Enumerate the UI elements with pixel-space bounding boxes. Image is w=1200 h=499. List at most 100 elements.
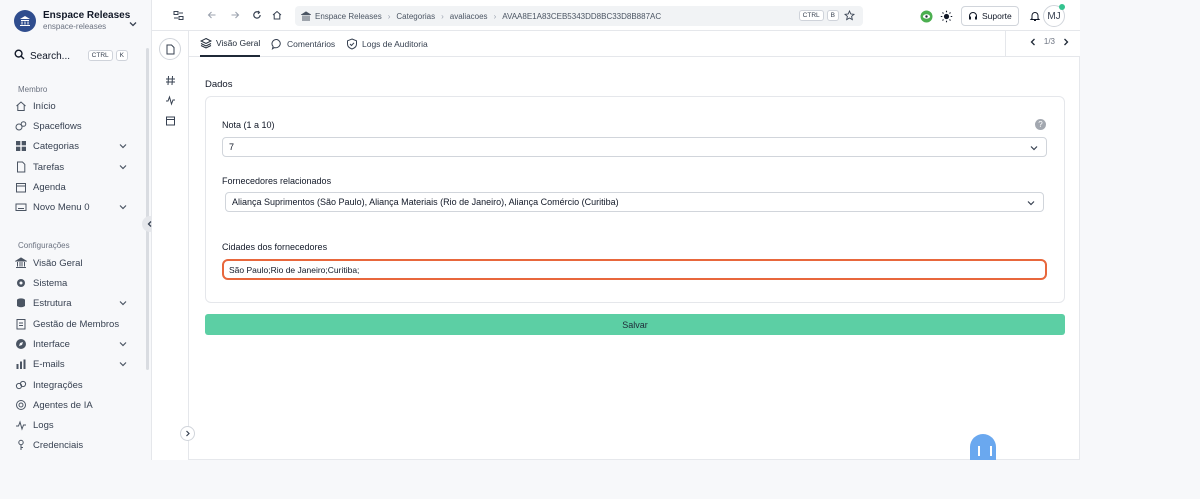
headset-icon: [969, 12, 977, 20]
tab-label: Logs de Auditoria: [362, 39, 428, 49]
sidebar-item-logs[interactable]: Logs: [14, 417, 130, 433]
status-eye-icon[interactable]: [920, 10, 933, 23]
cities-input[interactable]: São Paulo;Rio de Janeiro;Curitiba;: [222, 259, 1047, 280]
sidebar-item-label: Gestão de Membros: [33, 318, 120, 330]
sidebar-item-estrutura[interactable]: Estrutura: [14, 295, 130, 311]
sidebar-item-integracoes[interactable]: Integrações: [14, 377, 130, 393]
database-icon: [14, 296, 28, 310]
support-button[interactable]: Suporte: [961, 6, 1019, 26]
home-icon[interactable]: [271, 9, 283, 21]
document-rail-button[interactable]: [159, 38, 181, 60]
help-icon[interactable]: ?: [1035, 119, 1046, 130]
sidebar-item-inicio[interactable]: Início: [14, 98, 130, 114]
sidebar-item-label: Spaceflows: [33, 120, 82, 132]
reload-icon[interactable]: [251, 9, 263, 21]
hash-icon[interactable]: [162, 72, 178, 88]
sidebar-item-label: E-mails: [33, 358, 65, 370]
comment-icon: [271, 38, 283, 50]
sidebar-item-novo-menu[interactable]: Novo Menu 0: [14, 199, 130, 215]
calendar-edit-icon[interactable]: [162, 112, 178, 128]
workspace-switcher[interactable]: Enspace Releases enspace-releases: [8, 6, 144, 36]
sidebar-scrollbar[interactable]: [146, 48, 149, 370]
breadcrumb-item[interactable]: Categorias: [396, 12, 435, 21]
keyboard-icon: [14, 200, 28, 214]
link-icon: [14, 378, 28, 392]
rating-label: Nota (1 a 10): [222, 120, 275, 130]
search-button[interactable]: Search... CTRL K: [14, 48, 142, 64]
shield-icon: [346, 38, 358, 50]
sidebar-item-emails[interactable]: E-mails: [14, 356, 130, 372]
sidebar-item-spaceflows[interactable]: Spaceflows: [14, 118, 130, 134]
sidebar-item-credenciais[interactable]: Credenciais: [14, 437, 130, 453]
section-label-member: Membro: [18, 85, 48, 94]
breadcrumb-separator-icon: ›: [441, 11, 444, 21]
chevron-down-icon: [118, 202, 128, 215]
save-button[interactable]: Salvar: [205, 314, 1065, 335]
sidebar-item-categorias[interactable]: Categorias: [14, 138, 130, 154]
back-arrow-icon[interactable]: [206, 9, 218, 21]
sidebar-item-visao-geral[interactable]: Visão Geral: [14, 255, 130, 271]
pulse-icon: [14, 418, 28, 432]
suppliers-label: Fornecedores relacionados: [222, 176, 332, 186]
forward-arrow-icon[interactable]: [229, 9, 241, 21]
sidebar-item-interface[interactable]: Interface: [14, 336, 130, 352]
layout-toggle-icon[interactable]: [172, 9, 184, 21]
sidebar-item-label: Agentes de IA: [33, 399, 93, 411]
chevron-down-icon: [118, 162, 128, 175]
tab-bar: Visão Geral Comentários Logs de Auditori…: [189, 31, 1080, 57]
activity-icon[interactable]: [162, 92, 178, 108]
sidebar-item-sistema[interactable]: Sistema: [14, 275, 130, 291]
chat-widget-button[interactable]: [970, 434, 996, 460]
rating-value: 7: [229, 142, 235, 152]
pager-text: 1/3: [1043, 37, 1055, 46]
shortcut-key: K: [115, 50, 128, 61]
section-title: Dados: [205, 79, 233, 90]
tab-visao-geral[interactable]: Visão Geral: [200, 31, 261, 57]
key-icon: [14, 438, 28, 452]
breadcrumb-separator-icon: ›: [387, 11, 391, 21]
bell-icon[interactable]: [1029, 10, 1041, 22]
layers-icon: [200, 37, 212, 49]
bank-icon: [301, 11, 311, 21]
chevron-down-icon: [118, 141, 128, 154]
breadcrumb-item-current: AVAA8E1A83CEB5343DD8BC33D8B887AC: [502, 11, 662, 21]
document-icon: [166, 44, 174, 54]
star-icon[interactable]: [843, 9, 856, 23]
suppliers-value: Aliança Suprimentos (São Paulo), Aliança…: [232, 197, 619, 207]
suppliers-select[interactable]: Aliança Suprimentos (São Paulo), Aliança…: [225, 192, 1044, 212]
sidebar-item-label: Tarefas: [33, 161, 65, 173]
sidebar-item-gestao-membros[interactable]: Gestão de Membros: [14, 316, 130, 332]
breadcrumb-item[interactable]: avaliacoes: [450, 12, 488, 21]
support-label: Suporte: [982, 11, 1012, 21]
workspace-slug: enspace-releases: [43, 22, 107, 31]
sidebar-item-label: Sistema: [33, 277, 68, 289]
tab-comentarios[interactable]: Comentários: [271, 31, 335, 57]
sidebar-item-tarefas[interactable]: Tarefas: [14, 159, 130, 175]
tab-label: Comentários: [287, 39, 336, 49]
expand-panel-button[interactable]: [180, 426, 195, 441]
shortcut-key: CTRL: [87, 50, 113, 61]
home-icon: [14, 99, 28, 113]
sidebar-item-label: Logs: [33, 419, 54, 431]
breadcrumb-item[interactable]: Enspace Releases: [315, 12, 382, 21]
rating-select[interactable]: 7: [222, 137, 1047, 157]
grid-icon: [14, 139, 28, 153]
cities-label: Cidades dos fornecedores: [222, 242, 328, 252]
chevron-down-icon: [1029, 143, 1039, 155]
shortcut-key: B: [826, 10, 839, 21]
chevron-down-icon: [118, 359, 128, 372]
chevron-down-icon: [118, 298, 128, 311]
sun-icon[interactable]: [940, 10, 953, 23]
chevron-left-icon[interactable]: [1029, 38, 1037, 46]
bank-icon: [14, 256, 28, 270]
tab-logs-auditoria[interactable]: Logs de Auditoria: [346, 31, 428, 57]
chart-icon: [14, 357, 28, 371]
sidebar-item-agenda[interactable]: Agenda: [14, 179, 130, 195]
chevron-down-icon: [128, 16, 138, 34]
shortcut-key: CTRL: [798, 10, 824, 21]
sidebar-item-label: Interface: [33, 338, 70, 350]
app-window: Enspace Releases enspace-releases Search…: [0, 0, 1080, 460]
chevron-right-icon[interactable]: [1062, 38, 1070, 46]
sidebar-item-agentes-ia[interactable]: Agentes de IA: [14, 397, 130, 413]
cities-value: São Paulo;Rio de Janeiro;Curitiba;: [229, 264, 360, 275]
